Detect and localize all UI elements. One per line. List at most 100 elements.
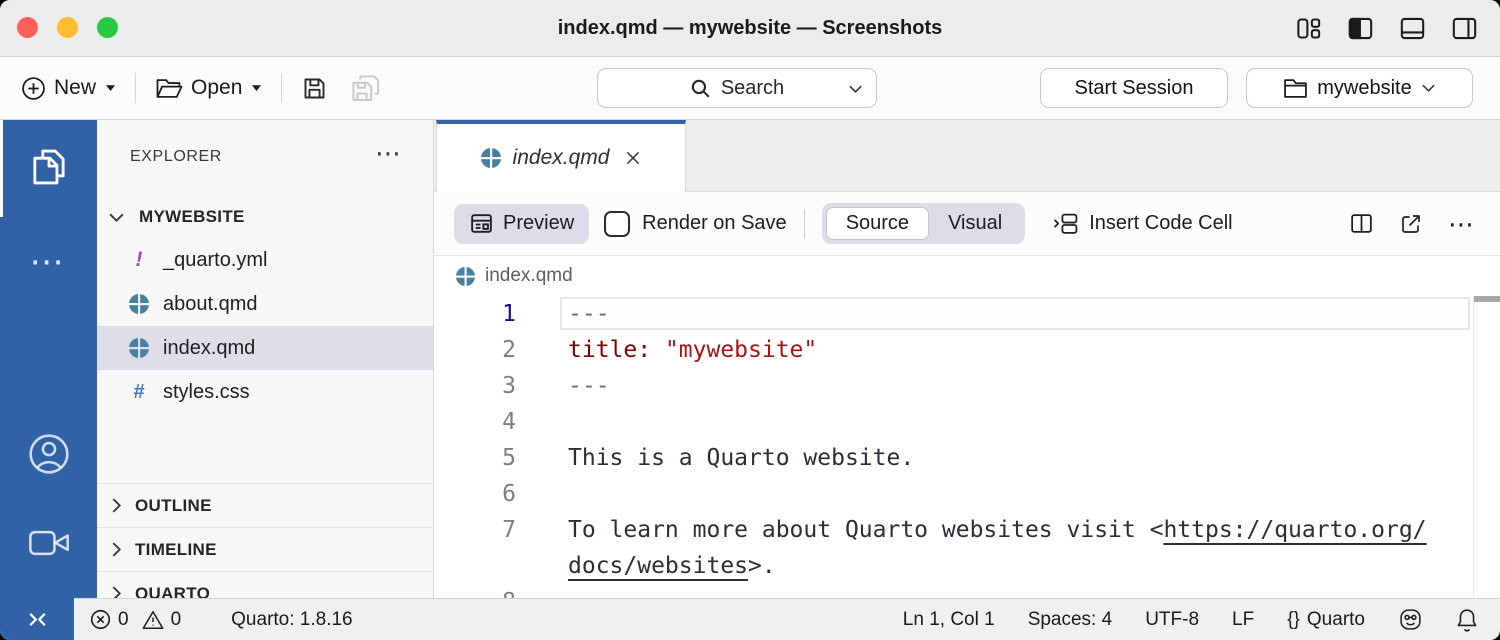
file-row-about-qmd[interactable]: about.qmd bbox=[97, 282, 433, 326]
open-folder-icon bbox=[155, 77, 183, 100]
right-sidebar-icon bbox=[1451, 15, 1478, 42]
account-icon bbox=[27, 432, 71, 476]
open-in-new-window-button[interactable] bbox=[1399, 212, 1423, 236]
caret-down-icon bbox=[251, 84, 262, 92]
search-input[interactable]: Search bbox=[597, 68, 877, 108]
split-editor-button[interactable] bbox=[1349, 211, 1374, 236]
chevron-right-icon bbox=[111, 541, 122, 558]
customize-layout-button[interactable] bbox=[1294, 15, 1322, 43]
save-icon bbox=[301, 75, 328, 102]
caret-down-icon bbox=[105, 84, 116, 92]
code-line: 4 bbox=[434, 404, 1500, 440]
code-token: --- bbox=[568, 301, 610, 327]
toggle-left-sidebar-button[interactable] bbox=[1346, 15, 1374, 43]
tab-label: index.qmd bbox=[513, 146, 610, 170]
explorer-more-actions-button[interactable]: ⋯ bbox=[375, 138, 401, 169]
quarto-version-item[interactable]: Quarto: 1.8.16 bbox=[231, 609, 352, 631]
open-external-icon bbox=[1399, 212, 1423, 236]
file-name: styles.css bbox=[163, 381, 250, 404]
explorer-header: EXPLORER bbox=[130, 148, 222, 166]
source-mode-button[interactable]: Source bbox=[826, 207, 929, 240]
warning-count: 0 bbox=[171, 609, 182, 631]
editor-action-bar: Preview Render on Save Source Visual Ins… bbox=[434, 192, 1500, 256]
insert-code-cell-label: Insert Code Cell bbox=[1089, 212, 1232, 235]
code-line: 8 bbox=[434, 584, 1500, 598]
code-line-wrap: docs/websites>. bbox=[434, 548, 1500, 584]
overview-ruler-border bbox=[1473, 296, 1474, 598]
file-name: index.qmd bbox=[163, 337, 255, 360]
more-views-button[interactable]: ⋯ bbox=[0, 252, 97, 272]
visual-mode-button[interactable]: Visual bbox=[929, 208, 1021, 239]
language-mode-item[interactable]: {} Quarto bbox=[1287, 609, 1365, 631]
code-line: 7 To learn more about Quarto websites vi… bbox=[434, 512, 1500, 548]
outline-section-header[interactable]: OUTLINE bbox=[97, 483, 433, 527]
code-link[interactable]: docs/websites bbox=[568, 553, 748, 579]
bell-icon bbox=[1456, 608, 1478, 632]
feedback-smiley-icon bbox=[1398, 607, 1423, 632]
more-editor-actions-button[interactable]: ⋯ bbox=[1448, 219, 1474, 229]
timeline-section-header[interactable]: TIMELINE bbox=[97, 527, 433, 571]
preview-button[interactable]: Preview bbox=[454, 204, 589, 244]
indentation-item[interactable]: Spaces: 4 bbox=[1028, 609, 1113, 631]
start-session-button[interactable]: Start Session bbox=[1040, 68, 1228, 108]
save-button[interactable] bbox=[301, 75, 328, 102]
section-label: OUTLINE bbox=[135, 496, 212, 516]
feedback-button[interactable] bbox=[1398, 607, 1423, 632]
insert-code-cell-button[interactable]: Insert Code Cell bbox=[1052, 212, 1232, 235]
explorer-panel: EXPLORER ⋯ MYWEBSITE ! _quarto.yml about… bbox=[97, 120, 434, 598]
preview-icon bbox=[469, 211, 494, 236]
quarto-file-icon bbox=[455, 266, 476, 287]
code-line: 6 bbox=[434, 476, 1500, 512]
encoding-item[interactable]: UTF-8 bbox=[1145, 609, 1199, 631]
split-editor-icon bbox=[1349, 211, 1374, 236]
file-row-quarto-yml[interactable]: ! _quarto.yml bbox=[97, 238, 433, 282]
problems-button[interactable]: 0 0 bbox=[90, 609, 181, 631]
close-tab-button[interactable] bbox=[624, 149, 642, 167]
render-on-save-checkbox[interactable] bbox=[604, 211, 630, 237]
preview-label: Preview bbox=[503, 212, 574, 235]
error-icon bbox=[90, 609, 111, 630]
more-icon: ⋯ bbox=[30, 252, 68, 272]
toolbar-divider bbox=[135, 73, 136, 103]
file-row-index-qmd[interactable]: index.qmd bbox=[97, 326, 433, 370]
action-bar-divider bbox=[804, 210, 805, 238]
code-line: 5 This is a Quarto website. bbox=[434, 440, 1500, 476]
new-button[interactable]: New bbox=[21, 76, 116, 101]
project-button[interactable]: mywebsite bbox=[1246, 68, 1473, 108]
code-link[interactable]: https://quarto.org/ bbox=[1163, 517, 1426, 543]
save-all-button[interactable] bbox=[350, 74, 381, 103]
toggle-bottom-panel-button[interactable] bbox=[1398, 15, 1426, 43]
braces-icon: {} bbox=[1287, 609, 1300, 631]
notifications-button[interactable] bbox=[1456, 608, 1478, 632]
search-icon bbox=[690, 78, 711, 99]
tab-index-qmd[interactable]: index.qmd bbox=[436, 120, 686, 192]
account-button[interactable] bbox=[0, 432, 97, 476]
chevron-down-icon bbox=[1421, 83, 1436, 93]
quarto-section-header[interactable]: QUARTO bbox=[97, 571, 433, 598]
breadcrumb[interactable]: index.qmd bbox=[434, 256, 1500, 296]
code-line: 2 title: "mywebsite" bbox=[434, 332, 1500, 368]
overview-ruler-cursor-marker bbox=[1474, 296, 1500, 302]
open-button[interactable]: Open bbox=[155, 76, 262, 100]
remote-indicator-button[interactable] bbox=[0, 598, 74, 640]
plus-circle-icon bbox=[21, 76, 46, 101]
root-folder-row[interactable]: MYWEBSITE bbox=[97, 196, 433, 238]
eol-item[interactable]: LF bbox=[1232, 609, 1254, 631]
folder-icon bbox=[1283, 78, 1308, 99]
status-bar: 0 0 Quarto: 1.8.16 Ln 1, Col 1 Spaces: 4… bbox=[0, 598, 1500, 640]
project-button-label: mywebsite bbox=[1317, 77, 1411, 100]
tab-strip: index.qmd bbox=[434, 120, 1500, 192]
main-toolbar: New Open Search Start Session bbox=[0, 57, 1500, 120]
line-number: 6 bbox=[434, 481, 516, 507]
remote-icon bbox=[26, 611, 49, 628]
code-editor[interactable]: 1 --- 2 title: "mywebsite" 3 --- 4 5 Thi… bbox=[434, 296, 1500, 598]
explorer-view-button[interactable] bbox=[0, 144, 97, 190]
toggle-right-sidebar-button[interactable] bbox=[1450, 15, 1478, 43]
code-line: 3 --- bbox=[434, 368, 1500, 404]
code-token: --- bbox=[568, 373, 610, 399]
file-row-styles-css[interactable]: # styles.css bbox=[97, 370, 433, 414]
screencast-button[interactable] bbox=[0, 528, 97, 558]
cursor-position-item[interactable]: Ln 1, Col 1 bbox=[903, 609, 995, 631]
warning-icon bbox=[142, 610, 164, 630]
editor-group: index.qmd Preview Render on Save Source … bbox=[434, 120, 1500, 598]
